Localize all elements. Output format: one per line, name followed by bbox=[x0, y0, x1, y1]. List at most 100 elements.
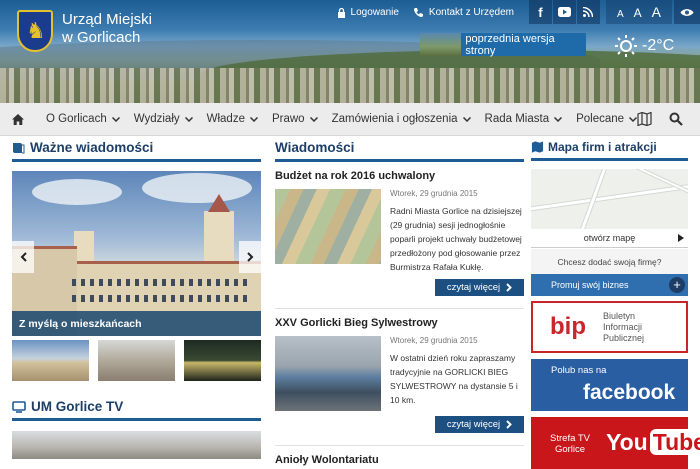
slider-thumbnail-3[interactable] bbox=[184, 340, 261, 381]
login-label: Logowanie bbox=[350, 6, 399, 18]
chevron-right-icon bbox=[506, 420, 513, 429]
youtube-wordmark-you: You bbox=[606, 429, 648, 455]
article-text: Radni Miasta Gorlice na dzisiejszej (29 … bbox=[390, 206, 522, 272]
youtube-link[interactable] bbox=[552, 0, 576, 24]
chevron-down-icon bbox=[111, 116, 120, 122]
font-large-button[interactable]: A bbox=[652, 4, 661, 20]
home-button[interactable] bbox=[4, 113, 32, 125]
nav-label: Władze bbox=[206, 113, 245, 125]
town-backdrop bbox=[0, 68, 700, 103]
tv-heading: UM Gorlice TV bbox=[12, 399, 261, 421]
important-news-column: Ważne wiadomości Z myślą o mieszkańcach … bbox=[12, 140, 261, 459]
plus-icon: + bbox=[669, 277, 685, 293]
news-slider[interactable]: Z myślą o mieszkańcach bbox=[12, 171, 261, 336]
slider-cloud bbox=[32, 179, 122, 205]
open-map-label: otwórz mapę bbox=[583, 233, 636, 243]
crest-logo[interactable]: ♞ bbox=[17, 10, 53, 52]
chevron-down-icon bbox=[249, 116, 258, 122]
building-windows bbox=[72, 279, 252, 286]
nav-label: Rada Miasta bbox=[484, 113, 550, 125]
header-banner: ♞ Urząd Miejski w Gorlicach Logowanie Ko… bbox=[0, 0, 700, 103]
slider-thumbnail-1[interactable] bbox=[12, 340, 89, 381]
read-more-label: czytaj więcej bbox=[446, 282, 501, 293]
facebook-banner[interactable]: Polub nas na facebook bbox=[531, 359, 688, 411]
nav-label: Wydziały bbox=[133, 113, 180, 125]
nav-item-prawo[interactable]: Prawo bbox=[272, 113, 318, 125]
chevron-down-icon bbox=[462, 116, 471, 122]
chevron-left-icon bbox=[20, 252, 27, 262]
nav-item-polecane[interactable]: Polecane bbox=[576, 113, 638, 125]
article-title[interactable]: XXV Gorlicki Bieg Sylwestrowy bbox=[275, 317, 524, 329]
youtube-wordmark-tube: Tube bbox=[649, 429, 700, 455]
main-nav: O Gorlicach Wydziały Władze Prawo Zamówi… bbox=[0, 103, 700, 136]
temperature: -2°C bbox=[642, 37, 675, 54]
phone-icon bbox=[413, 7, 423, 17]
tv-icon bbox=[12, 400, 26, 413]
youtube-banner-small: Strefa TV Gorlice bbox=[550, 433, 590, 455]
crest-emblem-icon: ♞ bbox=[26, 18, 46, 43]
news-article-2: XXV Gorlicki Bieg Sylwestrowy Wtorek, 29… bbox=[275, 317, 524, 446]
nav-item-zamowienia[interactable]: Zamówienia i ogłoszenia bbox=[332, 113, 471, 125]
font-medium-button[interactable]: A bbox=[634, 6, 642, 20]
youtube-icon bbox=[557, 7, 571, 17]
nav-item-rada-miasta[interactable]: Rada Miasta bbox=[485, 113, 563, 125]
tv-title: UM Gorlice TV bbox=[31, 399, 124, 414]
facebook-icon: f bbox=[538, 4, 543, 20]
chevron-right-icon bbox=[506, 283, 513, 292]
bip-banner[interactable]: bip Biuletyn Informacji Publicznej bbox=[531, 301, 688, 353]
search-icon[interactable] bbox=[669, 112, 683, 126]
facebook-banner-wordmark: facebook bbox=[583, 381, 676, 404]
read-more-button[interactable]: czytaj więcej bbox=[435, 416, 524, 433]
news-article-3: Anioły Wolontariatu bbox=[275, 454, 524, 466]
old-version-label: poprzednia wersja strony bbox=[465, 32, 555, 57]
rss-link[interactable] bbox=[576, 0, 600, 24]
article-separator bbox=[275, 445, 524, 446]
article-text: W ostatni dzień roku zapraszamy tradycyj… bbox=[390, 353, 518, 405]
slider-next-button[interactable] bbox=[239, 241, 261, 273]
eye-icon bbox=[680, 8, 694, 16]
add-company-question: Chcesz dodać swoją firmę? bbox=[531, 249, 688, 274]
tv-video-preview[interactable] bbox=[12, 431, 261, 459]
article-date: Wtorek, 29 grudnia 2015 bbox=[390, 189, 478, 198]
font-small-button[interactable]: A bbox=[617, 9, 624, 20]
read-more-button[interactable]: czytaj więcej bbox=[435, 279, 524, 296]
youtube-banner[interactable]: Strefa TV Gorlice You Tube bbox=[531, 417, 700, 469]
nav-item-o-gorlicach[interactable]: O Gorlicach bbox=[46, 113, 120, 125]
article-image-banknotes[interactable] bbox=[275, 189, 381, 264]
slider-prev-button[interactable] bbox=[12, 241, 34, 273]
contact-label: Kontakt z Urzędem bbox=[428, 6, 514, 18]
news-heading: Wiadomości bbox=[275, 140, 524, 162]
bip-label-line3: Publicznej bbox=[603, 332, 645, 343]
caret-right-icon bbox=[678, 234, 684, 242]
old-version-link[interactable]: poprzednia wersja strony bbox=[420, 32, 586, 57]
promote-business-button[interactable]: Promuj swój biznes + bbox=[531, 274, 688, 296]
slide-caption: Z myślą o mieszkańcach bbox=[12, 311, 261, 336]
facebook-banner-small: Polub nas na bbox=[551, 365, 607, 376]
map-preview[interactable] bbox=[531, 169, 688, 229]
chevron-down-icon bbox=[309, 116, 318, 122]
home-icon bbox=[12, 113, 24, 125]
rss-icon bbox=[583, 7, 594, 17]
old-version-thumbnail bbox=[420, 33, 462, 56]
open-map-button[interactable]: otwórz mapę bbox=[531, 229, 688, 248]
login-link[interactable]: Logowanie bbox=[337, 7, 399, 18]
promote-label: Promuj swój biznes bbox=[551, 280, 629, 290]
contact-link[interactable]: Kontakt z Urzędem bbox=[413, 7, 514, 18]
map-icon[interactable] bbox=[637, 112, 652, 126]
news-column: Wiadomości Budżet na rok 2016 uchwalony … bbox=[275, 140, 524, 466]
facebook-link[interactable]: f bbox=[528, 0, 552, 24]
font-size-switcher: A A A bbox=[605, 0, 672, 24]
site-title-line2: w Gorlicach bbox=[62, 29, 141, 46]
town-hall-tower-roof bbox=[208, 194, 230, 212]
bip-label-line2: Informacji bbox=[603, 321, 643, 332]
nav-item-wladze[interactable]: Władze bbox=[207, 113, 258, 125]
article-title[interactable]: Budżet na rok 2016 uchwalony bbox=[275, 170, 524, 182]
nav-item-wydzialy[interactable]: Wydziały bbox=[134, 113, 193, 125]
slider-thumbnail-2[interactable] bbox=[98, 340, 175, 381]
weather-widget: -2°C bbox=[615, 35, 674, 57]
chevron-right-icon bbox=[246, 252, 253, 262]
article-image-runners[interactable] bbox=[275, 336, 381, 411]
site-title[interactable]: Urząd Miejski w Gorlicach bbox=[62, 11, 182, 47]
article-title[interactable]: Anioły Wolontariatu bbox=[275, 454, 524, 466]
contrast-button[interactable] bbox=[674, 0, 700, 24]
